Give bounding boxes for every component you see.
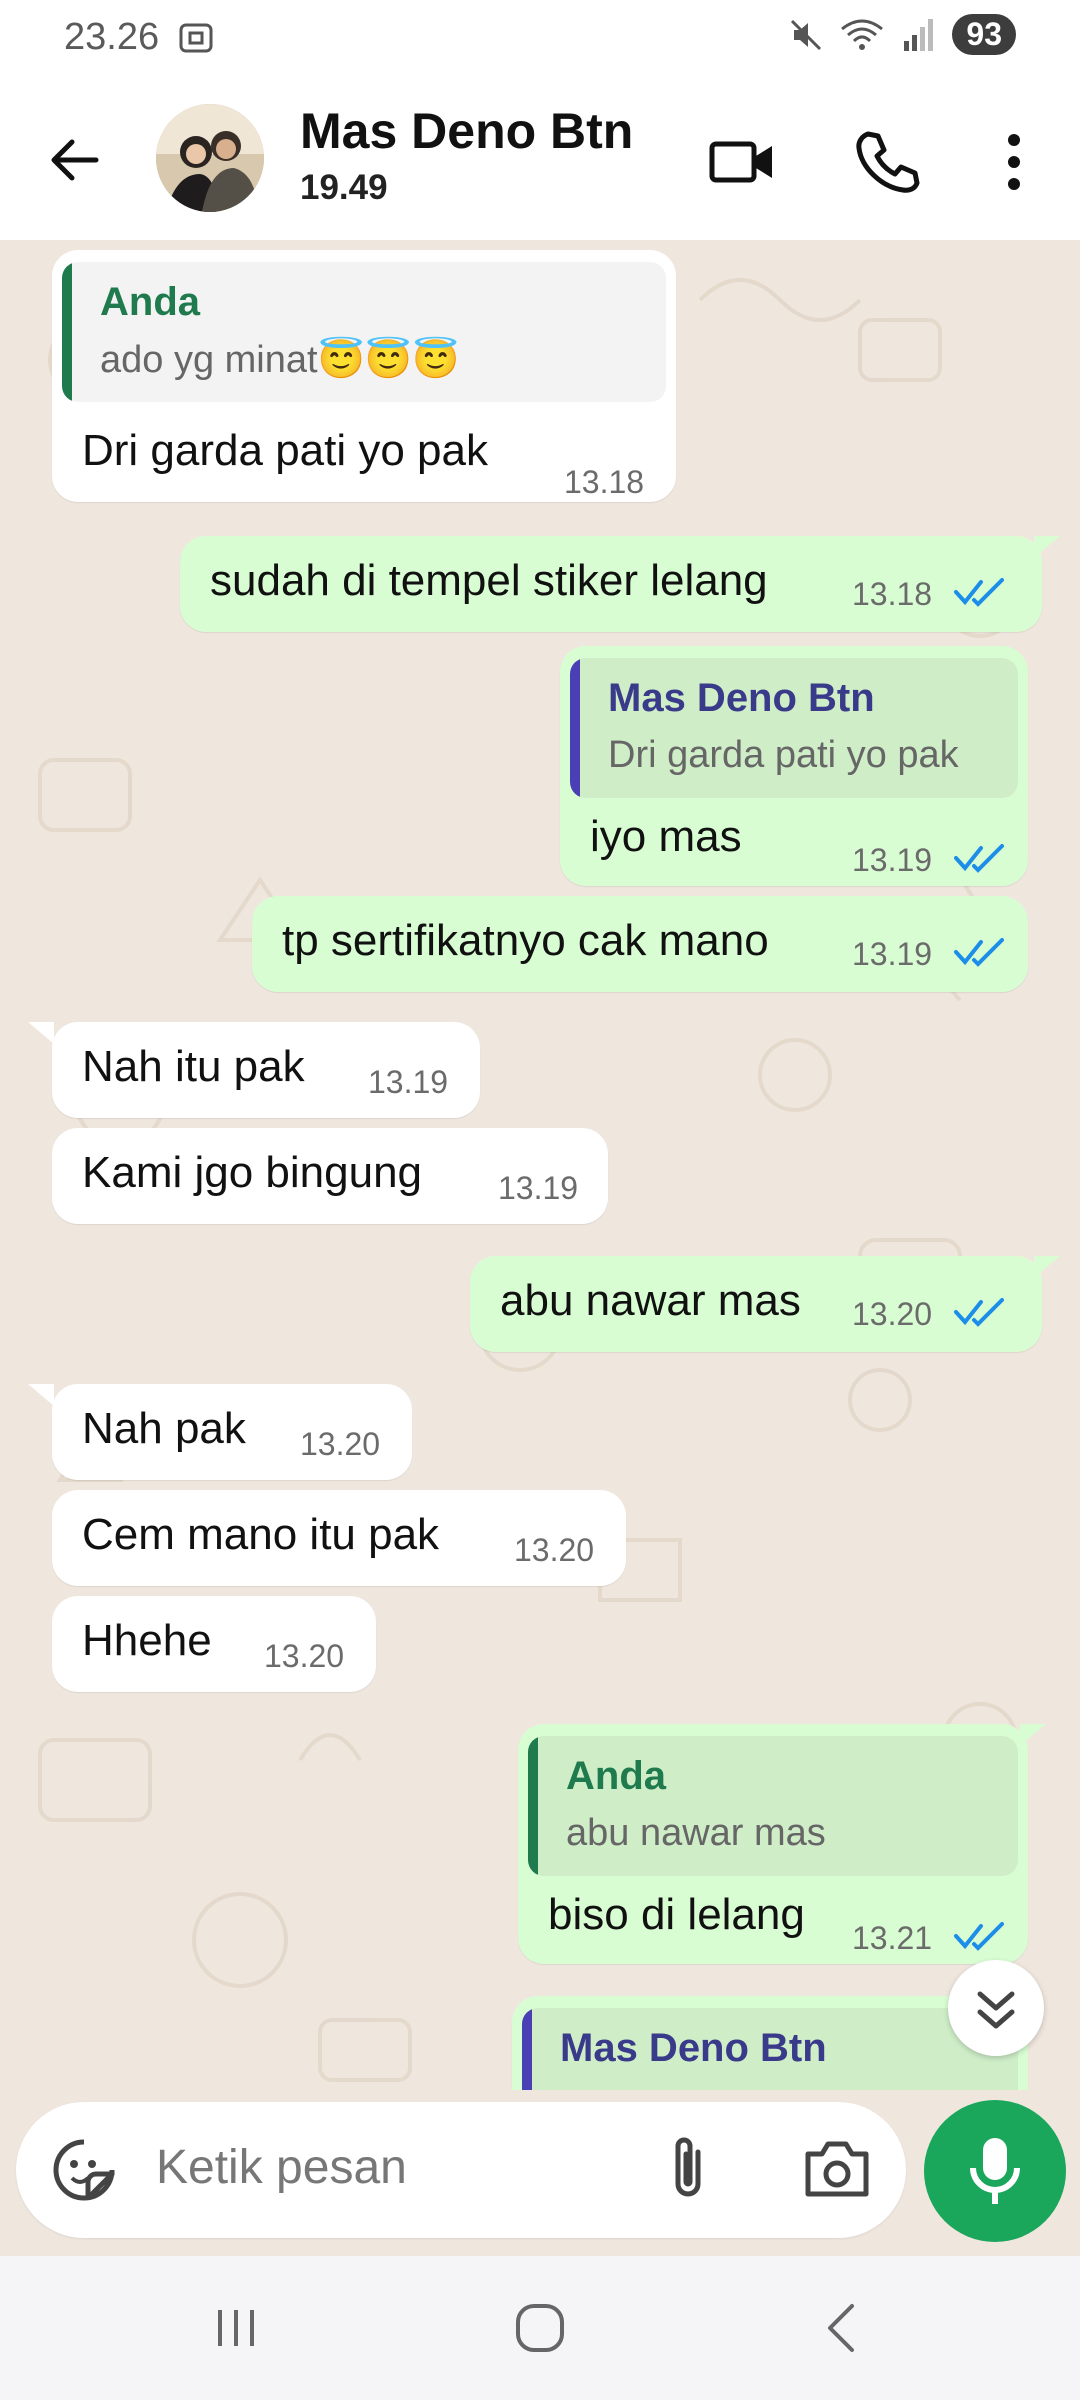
message-time: 13.20 (264, 1638, 345, 1674)
scroll-to-bottom-button[interactable] (948, 1960, 1044, 2056)
message-bubble[interactable]: Anda ado yg minat😇😇😇 Dri garda pati yo p… (52, 250, 676, 502)
quote-sender: Anda (100, 280, 200, 324)
bubble-tail (28, 1384, 54, 1406)
message-bubble[interactable]: Hhehe 13.20 (52, 1596, 376, 1692)
message-text: Cem mano itu pak (82, 1510, 440, 1559)
bubble-tail (28, 1022, 54, 1044)
voice-message-button[interactable] (924, 2100, 1066, 2242)
back-arrow-icon[interactable] (42, 128, 106, 192)
attachment-icon[interactable] (658, 2132, 722, 2208)
message-text: abu nawar mas (500, 1276, 801, 1325)
message-bubble[interactable]: abu nawar mas 13.20 (470, 1256, 1042, 1352)
screenshot-icon (179, 23, 213, 53)
quote-sender: Mas Deno Btn (560, 2026, 827, 2070)
message-text: Dri garda pati yo pak (82, 426, 488, 475)
quote-sender: Mas Deno Btn (608, 676, 875, 720)
message-text: Nah pak (82, 1404, 246, 1453)
quote-bar (528, 1736, 538, 1876)
bubble-tail (1020, 1724, 1046, 1746)
quoted-message[interactable]: Mas Deno Btn (522, 2008, 1018, 2090)
message-text: biso di lelang (548, 1890, 805, 1939)
wifi-icon (841, 19, 884, 50)
message-time: 13.18 (564, 464, 645, 500)
message-time: 13.20 (300, 1426, 381, 1462)
microphone-icon (970, 2138, 1020, 2204)
battery-level: 93 (952, 14, 1016, 55)
recent-apps-icon[interactable] (204, 2296, 268, 2360)
read-receipt-icon (954, 1298, 1004, 1327)
double-chevron-down-icon (977, 1991, 1015, 2029)
message-text: Nah itu pak (82, 1042, 305, 1091)
more-options-icon[interactable] (978, 126, 1050, 198)
quoted-message[interactable]: Mas Deno Btn Dri garda pati yo pak (570, 658, 1018, 798)
last-seen: 19.49 (300, 168, 388, 207)
message-bubble[interactable]: Mas Deno Btn Dri garda pati yo pak iyo m… (560, 646, 1028, 886)
message-input-bar[interactable]: Ketik pesan (16, 2102, 906, 2238)
mute-icon (791, 19, 822, 50)
quote-bar (522, 2008, 532, 2090)
contact-name[interactable]: Mas Deno Btn (300, 102, 633, 160)
camera-icon[interactable] (802, 2136, 872, 2200)
message-bubble[interactable]: Cem mano itu pak 13.20 (52, 1490, 626, 1586)
message-time: 13.19 (368, 1064, 449, 1100)
message-bubble[interactable]: Anda abu nawar mas biso di lelang 13.21 (518, 1724, 1028, 1964)
quote-text: abu nawar mas (566, 1812, 826, 1854)
message-input[interactable]: Ketik pesan (156, 2140, 407, 2195)
message-text: sudah di tempel stiker lelang (210, 556, 768, 605)
quote-text: ado yg minat😇😇😇 (100, 339, 460, 381)
signal-icon (904, 18, 934, 51)
message-bubble[interactable]: Kami jgo bingung 13.19 (52, 1128, 608, 1224)
message-text: tp sertifikatnyo cak mano (282, 916, 769, 965)
status-time: 23.26 (64, 16, 160, 58)
quote-bar (62, 262, 72, 402)
message-time: 13.19 (852, 842, 933, 878)
read-receipt-icon (954, 938, 1004, 967)
voice-call-icon[interactable] (850, 126, 922, 198)
message-bubble[interactable]: Nah pak 13.20 (52, 1384, 412, 1480)
message-time: 13.20 (852, 1296, 933, 1332)
quoted-message[interactable]: Anda abu nawar mas (528, 1736, 1018, 1876)
message-text: iyo mas (590, 812, 742, 861)
quote-sender: Anda (566, 1754, 666, 1798)
system-nav-bar (0, 2256, 1080, 2400)
chat-header: Mas Deno Btn 19.49 (0, 80, 1080, 240)
message-time: 13.21 (852, 1920, 933, 1956)
quote-text: Dri garda pati yo pak (608, 734, 959, 776)
message-time: 13.20 (514, 1532, 595, 1568)
home-icon[interactable] (508, 2296, 572, 2360)
back-nav-icon[interactable] (810, 2296, 874, 2360)
sticker-icon[interactable] (52, 2138, 116, 2202)
message-list[interactable]: Anda ado yg minat😇😇😇 Dri garda pati yo p… (0, 240, 1080, 2090)
video-call-icon[interactable] (706, 126, 778, 198)
message-time: 13.19 (852, 936, 933, 972)
message-bubble[interactable]: tp sertifikatnyo cak mano 13.19 (252, 896, 1028, 992)
quote-bar (570, 658, 580, 798)
avatar-photo-icon (156, 104, 264, 212)
message-text: Hhehe (82, 1616, 212, 1665)
read-receipt-icon (954, 1922, 1004, 1951)
read-receipt-icon (954, 844, 1004, 873)
status-bar: 23.26 93 (0, 0, 1080, 80)
contact-avatar[interactable] (156, 104, 264, 212)
bubble-tail (1034, 536, 1060, 558)
bubble-tail (1034, 1256, 1060, 1278)
read-receipt-icon (954, 578, 1004, 607)
message-bubble[interactable]: sudah di tempel stiker lelang 13.18 (180, 536, 1042, 632)
message-time: 13.19 (498, 1170, 579, 1206)
quoted-message[interactable]: Anda ado yg minat😇😇😇 (62, 262, 666, 402)
message-bubble[interactable]: Nah itu pak 13.19 (52, 1022, 480, 1118)
message-text: Kami jgo bingung (82, 1148, 423, 1197)
message-time: 13.18 (852, 576, 933, 612)
